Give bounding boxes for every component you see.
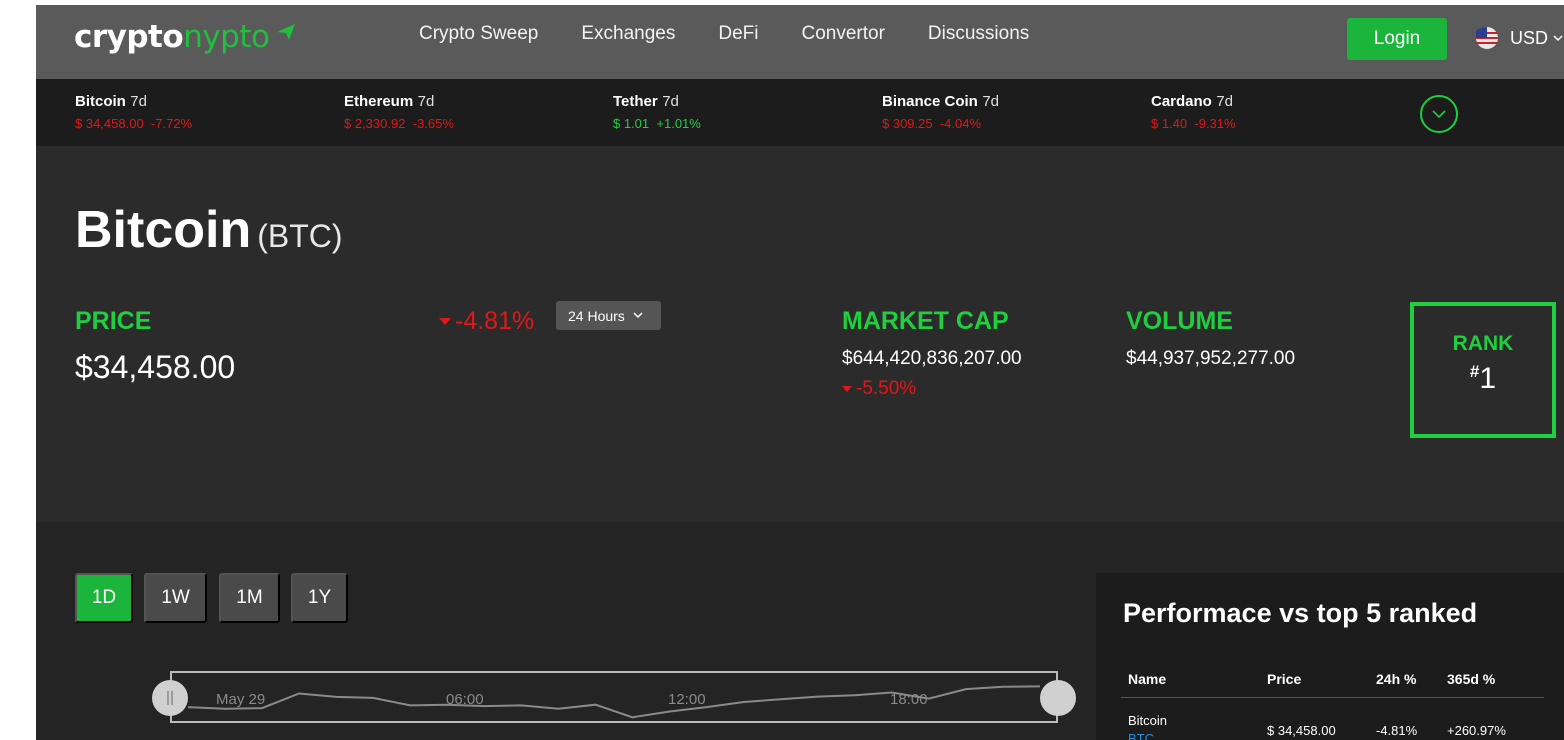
chart-x-label: 12:00 — [668, 691, 706, 708]
chevron-down-icon — [1432, 110, 1446, 119]
login-button[interactable]: Login — [1347, 18, 1447, 60]
ticker-change: -9.31% — [1194, 116, 1236, 131]
brand-part-2: nypto — [183, 19, 270, 55]
ticker-period: 7d — [130, 93, 147, 110]
performance-panel: Performace vs top 5 ranked Name Price 24… — [1096, 573, 1564, 740]
market-cap-change: -5.50% — [842, 378, 916, 400]
price-change: -4.81% — [439, 307, 534, 336]
chevron-down-icon — [1553, 35, 1563, 42]
ticker-period: 7d — [982, 93, 999, 110]
market-cap-label: MARKET CAP — [842, 307, 1009, 335]
ticker-price: $ 1.01 — [613, 116, 650, 131]
period-select-value: 24 Hours — [568, 307, 625, 324]
currency-selector[interactable]: USD — [1474, 27, 1563, 49]
ticker-price: $ 309.25 — [882, 116, 933, 131]
price-ticker: Bitcoin 7d $ 34,458.00 -7.72% Ethereum 7… — [36, 79, 1564, 146]
nav-link-convertor[interactable]: Convertor — [801, 23, 884, 45]
row-coin-name[interactable]: Bitcoin — [1128, 713, 1167, 728]
rank-box: RANK #1 — [1410, 302, 1556, 438]
chart-left-handle[interactable] — [152, 680, 188, 716]
performance-title: Performace vs top 5 ranked — [1123, 598, 1478, 628]
top-navbar: crypto nypto Crypto Sweep Exchanges DeFi … — [36, 5, 1564, 79]
ticker-change: +1.01% — [656, 116, 701, 131]
ticker-name: Bitcoin — [75, 93, 126, 110]
chevron-down-icon — [633, 312, 643, 319]
market-cap-change-value: -5.50% — [856, 378, 917, 399]
rank-label: RANK — [1452, 332, 1514, 355]
ticker-change: -7.72% — [150, 116, 193, 131]
column-header-price[interactable]: Price — [1267, 671, 1301, 687]
chart-x-label: 18:00 — [890, 691, 928, 708]
coin-symbol: (BTC) — [257, 218, 343, 254]
nav-link-exchanges[interactable]: Exchanges — [581, 23, 675, 45]
row-change-365d: +260.97% — [1447, 723, 1506, 738]
ticker-item-binance-coin[interactable]: Binance Coin 7d $ 309.25 -4.04% — [882, 93, 999, 131]
price-change-value: -4.81% — [455, 307, 535, 335]
ticker-name: Ethereum — [344, 93, 414, 110]
period-select[interactable]: 24 Hours — [556, 301, 661, 330]
app-window: crypto nypto Crypto Sweep Exchanges DeFi … — [36, 5, 1564, 740]
ticker-item-tether[interactable]: Tether 7d $ 1.01 +1.01% — [613, 93, 701, 131]
ticker-price: $ 34,458.00 — [75, 116, 144, 131]
us-flag-icon — [1476, 27, 1498, 49]
row-change-24h: -4.81% — [1376, 723, 1418, 738]
ticker-item-ethereum[interactable]: Ethereum 7d $ 2,330.92 -3.65% — [344, 93, 454, 131]
ticker-name: Tether — [613, 93, 658, 110]
header-divider — [1121, 697, 1544, 698]
ticker-change: -3.65% — [412, 116, 454, 131]
down-arrow-icon — [439, 318, 451, 325]
grip-icon — [167, 691, 173, 705]
nav-link-crypto-sweep[interactable]: Crypto Sweep — [419, 23, 538, 45]
brand-part-1: crypto — [74, 19, 184, 55]
chart-right-handle[interactable] — [1040, 680, 1076, 716]
ticker-name: Binance Coin — [882, 93, 978, 110]
price-value: $34,458.00 — [75, 349, 236, 385]
down-arrow-icon — [842, 386, 852, 392]
chart-x-label: May 29 — [216, 691, 265, 708]
column-header-24h[interactable]: 24h % — [1376, 671, 1416, 687]
price-label: PRICE — [75, 307, 152, 335]
market-cap-value: $644,420,836,207.00 — [842, 348, 1022, 369]
rank-hash: # — [1469, 362, 1480, 381]
ticker-price: $ 1.40 — [1151, 116, 1188, 131]
ticker-price: $ 2,330.92 — [344, 116, 406, 131]
row-price: $ 34,458.00 — [1267, 723, 1336, 738]
nav-link-defi[interactable]: DeFi — [718, 23, 758, 45]
row-coin-symbol: BTC — [1128, 731, 1154, 740]
coin-title: Bitcoin (BTC) — [75, 200, 343, 260]
ticker-item-cardano[interactable]: Cardano 7d $ 1.40 -9.31% — [1151, 93, 1236, 131]
coin-name: Bitcoin — [75, 201, 252, 259]
paper-plane-icon — [277, 24, 296, 40]
rank-value: #1 — [1414, 362, 1552, 396]
volume-value: $44,937,952,277.00 — [1126, 348, 1296, 369]
range-button-1m[interactable]: 1M — [219, 573, 280, 623]
nav-link-discussions[interactable]: Discussions — [928, 23, 1029, 45]
range-button-1y[interactable]: 1Y — [291, 573, 348, 623]
ticker-item-bitcoin[interactable]: Bitcoin 7d $ 34,458.00 -7.72% — [75, 93, 192, 131]
range-button-1w[interactable]: 1W — [144, 573, 207, 623]
ticker-period: 7d — [417, 93, 435, 110]
range-button-1d[interactable]: 1D — [75, 573, 133, 623]
price-line-chart: May 29 06:00 12:00 18:00 — [187, 685, 1041, 719]
rank-number: 1 — [1479, 362, 1497, 395]
column-header-name[interactable]: Name — [1128, 671, 1166, 687]
volume-label: VOLUME — [1126, 307, 1233, 335]
brand-logo[interactable]: crypto nypto — [74, 19, 297, 55]
column-header-365d[interactable]: 365d % — [1447, 671, 1495, 687]
ticker-period: 7d — [1216, 93, 1233, 110]
expand-ticker-button[interactable] — [1420, 95, 1458, 133]
currency-label: USD — [1510, 27, 1549, 48]
ticker-name: Cardano — [1151, 93, 1212, 110]
main-nav: Crypto Sweep Exchanges DeFi Convertor Di… — [419, 23, 1072, 45]
ticker-change: -4.04% — [939, 116, 982, 131]
chart-x-label: 06:00 — [446, 691, 484, 708]
ticker-period: 7d — [662, 93, 679, 110]
